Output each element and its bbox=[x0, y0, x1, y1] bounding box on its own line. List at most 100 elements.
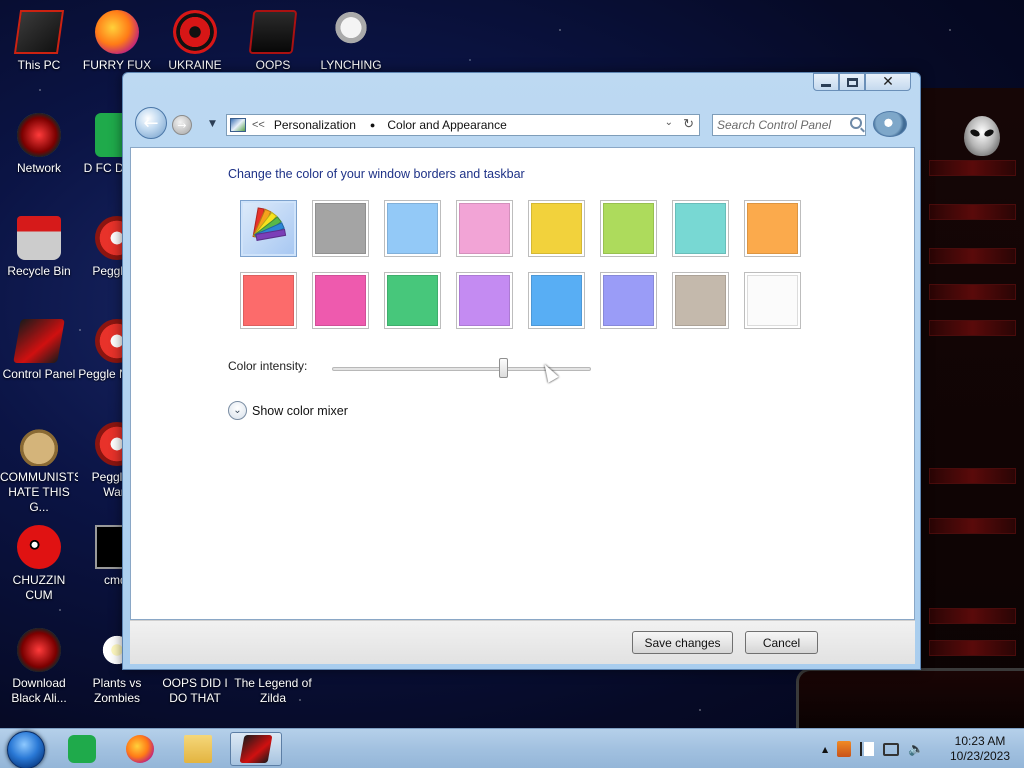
desktop-icon-label: COMMUNISTS HATE THIS G... bbox=[0, 470, 78, 514]
color-fan-icon bbox=[252, 207, 288, 243]
breadcrumb-personalization[interactable]: Personalization bbox=[274, 118, 356, 132]
chevron-down-icon: ⌄ bbox=[228, 401, 247, 420]
clock[interactable]: 10:23 AM 10/23/2023 bbox=[944, 734, 1016, 764]
desktop-icon-label: FURRY FUX bbox=[82, 58, 152, 72]
back-arrow-icon: ← bbox=[143, 112, 159, 134]
color-swatch-taupe[interactable] bbox=[672, 272, 729, 329]
desktop-icon-label: OOPS bbox=[255, 58, 291, 72]
color-intensity-thumb[interactable] bbox=[498, 358, 508, 378]
desktop-icon[interactable]: Download Black Ali... bbox=[0, 628, 78, 706]
desktop-icon-label: UKRAINE bbox=[168, 58, 222, 72]
swatch-fill bbox=[531, 203, 582, 254]
swatch-fill bbox=[387, 275, 438, 326]
swatch-fill bbox=[315, 275, 366, 326]
volume-icon[interactable]: 🔈 bbox=[908, 742, 924, 757]
alienware-laptop-icon bbox=[248, 10, 298, 54]
desktop-icon[interactable]: COMMUNISTS HATE THIS G... bbox=[0, 422, 78, 515]
taskbar-item-notes[interactable] bbox=[56, 732, 108, 766]
swatch-fill bbox=[459, 203, 510, 254]
page-title: Change the color of your window borders … bbox=[228, 167, 525, 181]
desktop-icon[interactable]: UKRAINE bbox=[156, 10, 234, 73]
close-button[interactable]: ✕ bbox=[865, 73, 911, 91]
swatch-fill bbox=[531, 275, 582, 326]
search-placeholder: Search Control Panel bbox=[717, 118, 832, 132]
green-doc-icon bbox=[68, 735, 96, 763]
mouse-cursor-icon bbox=[539, 361, 559, 383]
color-swatch-yellow[interactable] bbox=[528, 200, 585, 257]
desktop-icon[interactable]: LYNCHING bbox=[312, 10, 390, 73]
color-swatch-red[interactable] bbox=[240, 272, 297, 329]
clock-date: 10/23/2023 bbox=[949, 749, 1011, 763]
cancel-button[interactable]: Cancel bbox=[745, 631, 818, 654]
color-swatch-green[interactable] bbox=[384, 272, 441, 329]
search-input[interactable]: Search Control Panel bbox=[712, 114, 866, 136]
show-hidden-icons-icon[interactable]: ▲ bbox=[822, 745, 828, 754]
color-swatch-pink[interactable] bbox=[456, 200, 513, 257]
desktop-icon[interactable]: CHUZZIN CUM bbox=[0, 525, 78, 603]
action-center-flag-icon[interactable] bbox=[860, 742, 875, 756]
firefox-icon bbox=[95, 10, 139, 54]
address-dropdown-icon[interactable]: ⌄ bbox=[665, 117, 673, 128]
breadcrumb-separator-icon[interactable]: ● bbox=[370, 120, 375, 130]
java-update-icon[interactable] bbox=[837, 741, 852, 757]
alienware-logo-icon bbox=[964, 116, 1000, 156]
help-icon[interactable] bbox=[873, 111, 907, 137]
desktop-icon-label: This PC bbox=[17, 58, 61, 72]
chevron-down-icon: ▼ bbox=[209, 119, 216, 129]
color-swatch-teal[interactable] bbox=[672, 200, 729, 257]
back-button[interactable]: ← bbox=[135, 107, 167, 139]
dialog-footer: Save changes Cancel bbox=[130, 620, 915, 664]
color-swatch-custom[interactable] bbox=[240, 200, 297, 257]
swatch-fill bbox=[315, 203, 366, 254]
taskbar-item-firefox[interactable] bbox=[114, 732, 166, 766]
recent-pages-button[interactable]: ▼ bbox=[209, 119, 216, 129]
color-swatch-lavender[interactable] bbox=[600, 272, 657, 329]
noose-icon bbox=[329, 10, 373, 54]
refresh-icon[interactable]: ↻ bbox=[683, 116, 694, 132]
show-color-mixer-button[interactable]: ⌄ Show color mixer bbox=[228, 401, 348, 420]
swatch-fill bbox=[603, 203, 654, 254]
color-swatch-blue[interactable] bbox=[528, 272, 585, 329]
swatch-fill bbox=[243, 275, 294, 326]
breadcrumb-color-and-appearance[interactable]: Color and Appearance bbox=[387, 118, 506, 132]
color-swatch-magenta[interactable] bbox=[312, 272, 369, 329]
desktop-icon[interactable]: Recycle Bin bbox=[0, 216, 78, 279]
maximize-button[interactable] bbox=[839, 73, 865, 91]
wallpaper-panel bbox=[918, 88, 1024, 728]
color-swatch-lime[interactable] bbox=[600, 200, 657, 257]
firefox-icon bbox=[126, 735, 154, 763]
save-changes-button[interactable]: Save changes bbox=[632, 631, 733, 654]
control-panel-icon bbox=[230, 118, 246, 132]
taskbar-item-control-panel[interactable] bbox=[230, 732, 282, 766]
content-pane: Change the color of your window borders … bbox=[130, 147, 915, 620]
color-swatch-sky[interactable] bbox=[384, 200, 441, 257]
breadcrumb-overflow[interactable]: << bbox=[252, 119, 265, 131]
desktop-icon[interactable]: FURRY FUX bbox=[78, 10, 156, 73]
forward-button[interactable]: → bbox=[172, 115, 192, 135]
color-swatch-violet[interactable] bbox=[456, 272, 513, 329]
desktop-icon[interactable]: OOPS bbox=[234, 10, 312, 73]
desktop-icon[interactable]: Network bbox=[0, 113, 78, 176]
desktop-icon-label: CHUZZIN CUM bbox=[12, 573, 66, 602]
swatch-fill bbox=[675, 203, 726, 254]
desktop-icon[interactable]: This PC bbox=[0, 10, 78, 73]
search-icon[interactable] bbox=[850, 117, 862, 129]
taskbar-item-explorer[interactable] bbox=[172, 732, 224, 766]
maximize-icon bbox=[846, 77, 858, 87]
swatch-fill bbox=[603, 275, 654, 326]
color-swatch-gray[interactable] bbox=[312, 200, 369, 257]
color-swatch-orange[interactable] bbox=[744, 200, 801, 257]
forward-arrow-icon: → bbox=[177, 118, 187, 132]
network-tray-icon[interactable] bbox=[883, 742, 900, 756]
desktop-icon-label: Control Panel bbox=[2, 367, 76, 381]
desktop-icon-label: Network bbox=[16, 161, 61, 175]
swatch-fill bbox=[243, 203, 294, 254]
address-bar[interactable]: << Personalization ● Color and Appearanc… bbox=[226, 114, 700, 136]
swatch-fill bbox=[459, 275, 510, 326]
desktop-icon[interactable]: Control Panel bbox=[0, 319, 78, 382]
color-swatch-white[interactable] bbox=[744, 272, 801, 329]
swatch-fill bbox=[747, 203, 798, 254]
start-button[interactable] bbox=[7, 731, 45, 768]
minimize-button[interactable] bbox=[813, 73, 839, 91]
money-bag-icon bbox=[17, 422, 61, 466]
